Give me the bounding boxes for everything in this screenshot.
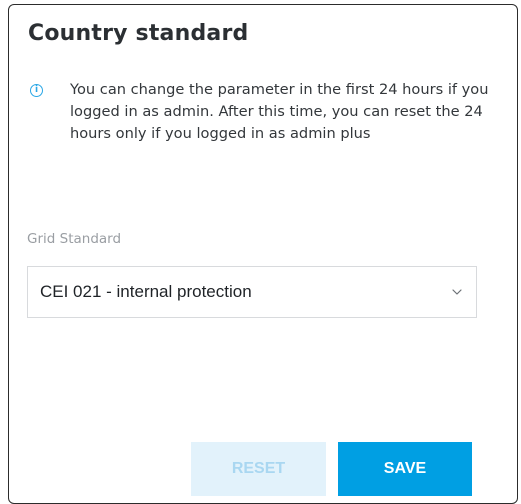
chevron-down-icon	[452, 289, 462, 295]
save-button[interactable]: SAVE	[338, 442, 472, 496]
grid-standard-select[interactable]: CEI 021 - internal protection	[27, 266, 477, 318]
info-circle-icon: i	[30, 84, 43, 97]
info-message-text: You can change the parameter in the firs…	[70, 81, 489, 142]
grid-standard-label: Grid Standard	[27, 231, 122, 247]
country-standard-dialog: Country standard i You can change the pa…	[8, 4, 518, 504]
reset-button[interactable]: RESET	[191, 442, 326, 496]
grid-standard-selected-value: CEI 021 - internal protection	[40, 282, 252, 301]
dialog-title: Country standard	[28, 21, 249, 46]
info-message: i You can change the parameter in the fi…	[30, 79, 510, 145]
